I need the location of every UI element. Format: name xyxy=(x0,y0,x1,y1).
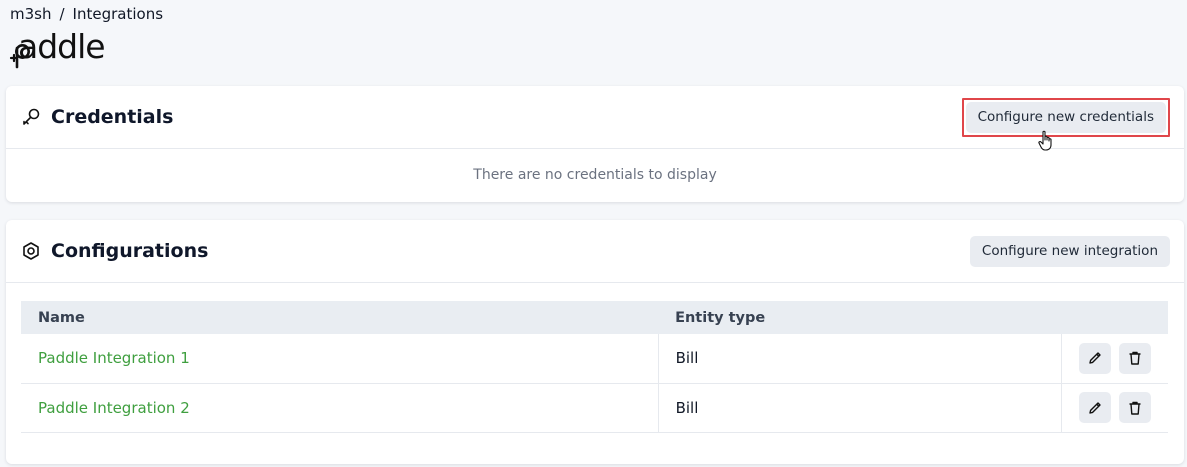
configure-new-credentials-button[interactable]: Configure new credentials xyxy=(965,101,1166,133)
hexagon-nut-icon xyxy=(21,241,41,261)
configurations-header: Configurations Configure new integration xyxy=(6,220,1184,283)
delete-button[interactable] xyxy=(1119,342,1151,374)
trash-icon xyxy=(1129,352,1141,365)
delete-button[interactable] xyxy=(1119,392,1151,423)
entity-type-cell: Bill xyxy=(675,398,699,417)
hand-pointer-icon xyxy=(1037,130,1052,151)
column-header-actions xyxy=(1062,301,1169,334)
configurations-card: Configurations Configure new integration… xyxy=(6,220,1184,464)
configurations-title: Configurations xyxy=(51,240,209,262)
breadcrumb-page: Integrations xyxy=(72,5,164,23)
table-row: Paddle Integration 1 Bill xyxy=(21,334,1168,383)
table-row: Paddle Integration 2 Bill xyxy=(21,383,1168,432)
integration-name-link[interactable]: Paddle Integration 2 xyxy=(38,399,190,417)
edit-button[interactable] xyxy=(1079,342,1111,374)
integration-name-link[interactable]: Paddle Integration 1 xyxy=(38,349,190,367)
svg-text:addle: addle xyxy=(18,28,105,66)
highlight-box: Configure new credentials xyxy=(961,97,1170,151)
credentials-card: Credentials Configure new credentials Th… xyxy=(6,86,1184,202)
entity-type-cell: Bill xyxy=(675,349,699,368)
pencil-icon xyxy=(1089,401,1101,414)
edit-button[interactable] xyxy=(1079,392,1111,423)
configure-new-integration-button[interactable]: Configure new integration xyxy=(969,235,1170,267)
table-header-row: Name Entity type xyxy=(21,301,1168,334)
column-header-name: Name xyxy=(38,309,85,326)
key-icon xyxy=(21,107,41,127)
configurations-table: Name Entity type Paddle Integration 1 Bi… xyxy=(21,301,1168,433)
column-header-entity-type: Entity type xyxy=(675,309,766,326)
paddle-logo: addle xyxy=(9,28,106,69)
trash-icon xyxy=(1129,401,1141,415)
breadcrumb: m3sh / Integrations xyxy=(10,5,163,23)
breadcrumb-org[interactable]: m3sh xyxy=(10,5,51,23)
credentials-title: Credentials xyxy=(51,106,174,128)
breadcrumb-separator: / xyxy=(59,5,65,23)
pencil-icon xyxy=(1089,352,1101,364)
credentials-header: Credentials Configure new credentials xyxy=(6,86,1184,151)
credentials-empty-message: There are no credentials to display xyxy=(473,167,717,183)
